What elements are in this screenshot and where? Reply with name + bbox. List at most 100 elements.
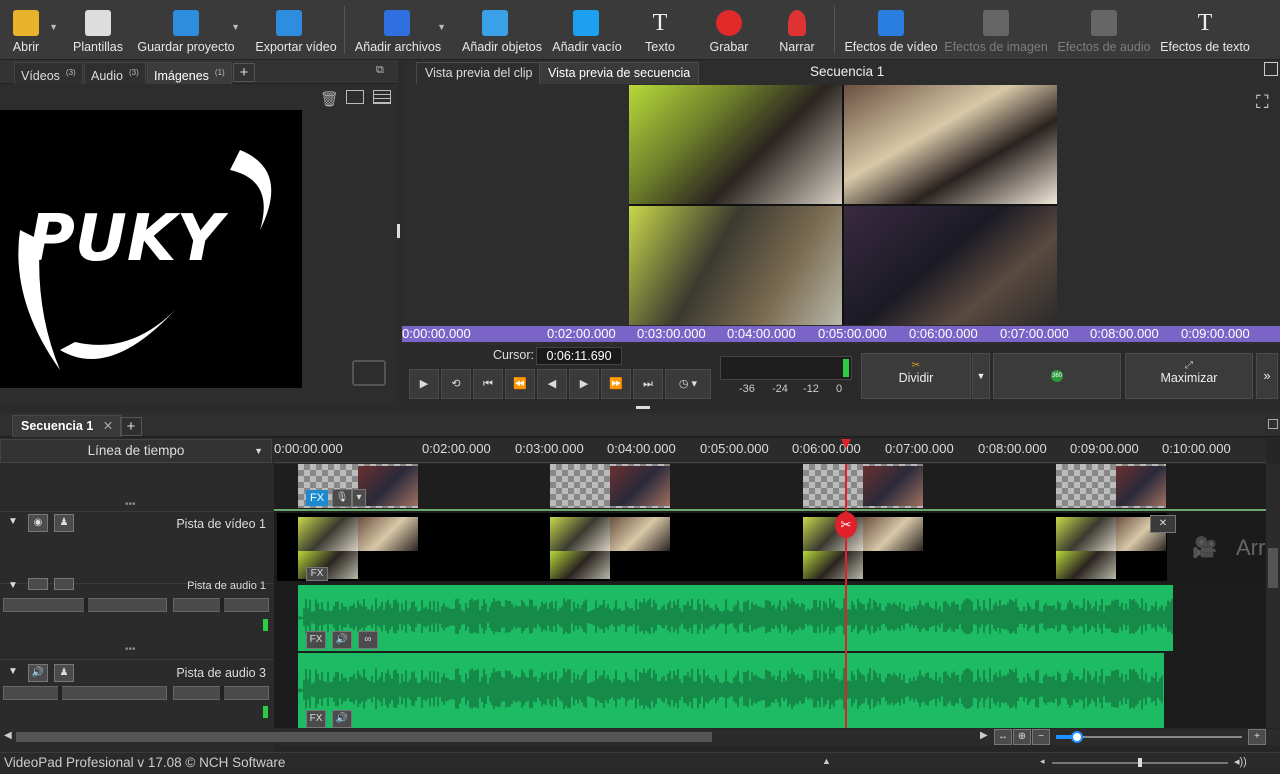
audio-1-volume-slider[interactable] — [3, 598, 167, 612]
undock-icon[interactable] — [1264, 62, 1278, 76]
audio-effects-button[interactable]: Efectos de audio — [1057, 4, 1151, 58]
fx-button[interactable]: FX — [306, 631, 326, 649]
audio-3-volume-slider[interactable] — [3, 686, 167, 700]
tab-sequence-preview[interactable]: Vista previa de secuencia — [539, 62, 700, 84]
chevron-down-icon[interactable]: ▾ — [352, 489, 366, 507]
video-effects-button[interactable]: Efectos de vídeo — [844, 4, 938, 58]
undock-icon[interactable]: ⧉ — [376, 64, 384, 77]
go-to-start-button[interactable]: ⏮ — [473, 369, 503, 399]
fit-timeline-icon[interactable]: ↔ — [994, 729, 1012, 745]
vertical-scrollbar[interactable] — [1266, 464, 1280, 728]
text-effects-button[interactable]: T Efectos de texto — [1160, 4, 1250, 58]
trash-icon[interactable]: 🗑 — [320, 90, 339, 108]
step-back-button[interactable]: ◀ — [537, 369, 567, 399]
resize-handle[interactable]: ••• — [125, 499, 136, 510]
speed-button[interactable]: ◷ ▾ — [665, 369, 711, 399]
tab-clip-preview[interactable]: Vista previa del clip — [416, 62, 542, 84]
master-volume-slider[interactable] — [1052, 758, 1228, 767]
image-effects-button[interactable]: Efectos de imagen — [944, 4, 1048, 58]
zoom-slider-knob[interactable] — [1071, 731, 1083, 743]
audio-track-3[interactable]: FX 🔊 — [274, 653, 1266, 728]
zoom-in-icon[interactable]: + — [1248, 729, 1266, 745]
timeline-mode-select[interactable]: Línea de tiempo ▼ — [0, 439, 272, 463]
chevron-down-icon[interactable]: ▼ — [231, 22, 240, 32]
fx-button[interactable]: FX — [306, 710, 326, 728]
people-icon[interactable]: ♟ — [54, 664, 74, 682]
collapse-icon[interactable]: ▼ — [8, 580, 18, 591]
add-bin-tab-button[interactable]: + — [233, 63, 255, 82]
narrate-button[interactable]: Narrar — [778, 4, 816, 58]
zoom-out-icon[interactable]: − — [1032, 729, 1050, 745]
resize-handle[interactable]: ••• — [125, 644, 136, 655]
play-button[interactable]: ▶ — [409, 369, 439, 399]
collapse-icon[interactable]: ▼ — [8, 666, 18, 677]
go-to-end-button[interactable]: ⏭ — [633, 369, 663, 399]
fx-button[interactable]: FX — [306, 490, 328, 506]
panel-splitter[interactable] — [636, 406, 650, 409]
loop-button[interactable]: ⟲ — [441, 369, 471, 399]
text-button[interactable]: T Texto — [644, 4, 676, 58]
speaker-icon[interactable]: 🔊 — [28, 664, 48, 682]
add-objects-button[interactable]: Añadir objetos — [462, 4, 542, 58]
tab-videos[interactable]: Vídeos (3) — [14, 62, 83, 84]
cursor-time-field[interactable]: 0:06:11.690 — [536, 347, 622, 365]
microphone-icon[interactable]: 🎙 — [332, 489, 352, 507]
people-icon[interactable] — [54, 578, 74, 590]
zoom-selection-icon[interactable]: ⊕ — [1013, 729, 1031, 745]
collapse-icon[interactable]: ▼ — [8, 516, 18, 527]
chevron-down-icon[interactable]: ▼ — [437, 22, 446, 32]
undock-icon[interactable] — [1268, 419, 1278, 429]
maximize-button[interactable]: ⤢ Maximizar — [1125, 353, 1253, 399]
scrollbar-thumb[interactable] — [1268, 548, 1278, 588]
chevron-down-icon[interactable]: ▼ — [49, 22, 58, 32]
split-dropdown[interactable]: ▼ — [972, 353, 990, 399]
eye-icon[interactable]: ◉ — [28, 514, 48, 532]
tab-audio[interactable]: Audio (3) — [84, 62, 146, 84]
step-forward-button[interactable]: ▶ — [569, 369, 599, 399]
open-button[interactable]: Abrir ▼ — [8, 4, 58, 58]
timeline-ruler[interactable]: 0:00:00.000 0:02:00.000 0:03:00.000 0:04:00… — [274, 439, 1266, 463]
add-sequence-button[interactable]: + — [120, 417, 142, 436]
close-icon[interactable]: ✕ — [103, 419, 113, 433]
audio-track-1[interactable]: FX 🔊 ∞ — [274, 585, 1266, 651]
add-blank-button[interactable]: Añadir vacío — [552, 4, 622, 58]
fx-button[interactable]: FX — [306, 567, 328, 581]
split-scissors-icon[interactable]: ✂ — [835, 512, 857, 538]
next-clip-button[interactable]: ⏩ — [601, 369, 631, 399]
save-project-button[interactable]: Guardar proyecto ▼ — [137, 4, 240, 58]
expand-icon[interactable]: ▲ — [822, 756, 831, 766]
people-icon[interactable]: ♟ — [54, 514, 74, 532]
scroll-right-icon[interactable]: ▶ — [980, 730, 988, 741]
more-button[interactable]: » — [1256, 353, 1278, 399]
new-folder-icon[interactable] — [346, 90, 364, 104]
scroll-left-icon[interactable]: ◀ — [4, 730, 12, 741]
split-button[interactable]: ✂ Dividir — [861, 353, 971, 399]
add-files-button[interactable]: Añadir archivos ▼ — [355, 4, 446, 58]
audio-1-pan-slider[interactable] — [173, 598, 269, 612]
record-button[interactable]: Grabar — [709, 4, 749, 58]
fullscreen-icon[interactable]: ⛶ — [1256, 92, 1269, 113]
overlay-track[interactable]: FX 🎙 ▾ — [274, 464, 1266, 511]
scrollbar-thumb[interactable] — [16, 732, 712, 742]
close-icon[interactable]: ✕ — [1150, 515, 1176, 533]
volume-up-icon[interactable]: ◂)) — [1234, 755, 1247, 768]
volume-down-icon[interactable]: ◂ — [1040, 756, 1045, 767]
vr-360-button[interactable]: 360 — [993, 353, 1121, 399]
master-volume-knob[interactable] — [1138, 758, 1142, 767]
audio-3-pan-slider[interactable] — [173, 686, 269, 700]
speaker-icon[interactable] — [28, 578, 48, 590]
list-view-icon[interactable] — [373, 90, 391, 104]
export-video-button[interactable]: Exportar vídeo — [255, 4, 337, 58]
speaker-icon[interactable]: 🔊 — [332, 631, 352, 649]
video-track[interactable]: FX ✕ 🎥 Arr — [274, 511, 1266, 583]
panel-splitter[interactable] — [397, 224, 400, 238]
zoom-slider[interactable] — [1056, 731, 1242, 743]
tab-images[interactable]: Imágenes (1) — [147, 62, 232, 84]
speaker-icon[interactable]: 🔊 — [332, 710, 352, 728]
playhead[interactable] — [845, 464, 847, 728]
link-icon[interactable]: ∞ — [358, 631, 378, 649]
preview-time-ruler[interactable]: 0:00:00.000 0:02:00.000 0:03:00.000 0:04:00… — [402, 326, 1280, 342]
templates-button[interactable]: Plantillas — [72, 4, 124, 58]
image-thumbnail[interactable]: PUKY — [0, 110, 302, 388]
previous-clip-button[interactable]: ⏪ — [505, 369, 535, 399]
